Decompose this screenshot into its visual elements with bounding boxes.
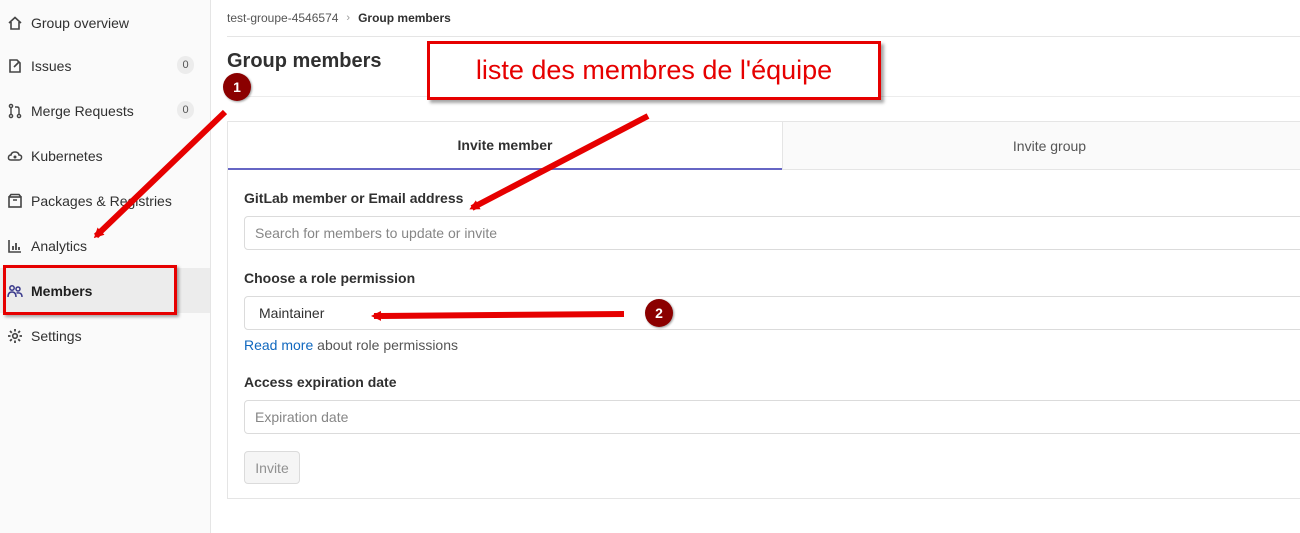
role-select[interactable]: Maintainer (244, 296, 1300, 330)
chart-icon (7, 238, 23, 254)
sidebar-item-merge-requests[interactable]: Merge Requests 0 (0, 88, 210, 133)
sidebar-item-kubernetes[interactable]: Kubernetes (0, 133, 210, 178)
role-select-value: Maintainer (259, 305, 325, 321)
sidebar-item-settings[interactable]: Settings (0, 313, 210, 358)
invite-tabs: Invite member Invite group (228, 122, 1300, 170)
issues-icon (7, 58, 23, 74)
invite-card: Invite member Invite group GitLab member… (227, 121, 1300, 499)
sidebar-item-group-overview[interactable]: Group overview (0, 0, 210, 45)
home-icon (7, 15, 23, 31)
sidebar-item-label: Analytics (31, 237, 88, 254)
role-help-suffix: about role permissions (313, 337, 459, 353)
member-field-label: GitLab member or Email address (244, 190, 464, 206)
breadcrumb-group-link[interactable]: test-groupe-4546574 (227, 11, 338, 25)
merge-request-icon (7, 103, 23, 119)
issues-count-badge: 0 (177, 56, 194, 74)
role-field-label: Choose a role permission (244, 270, 416, 286)
expiration-date-input[interactable] (244, 400, 1300, 434)
tab-invite-member[interactable]: Invite member (228, 122, 782, 170)
member-search-input[interactable] (244, 216, 1300, 250)
step-2-badge: 2 (645, 299, 673, 327)
sidebar-item-label: Group overview (31, 14, 130, 31)
sidebar-item-label: Settings (31, 327, 82, 344)
sidebar-item-label: Packages & Registries (31, 192, 172, 209)
read-more-link[interactable]: Read more (244, 337, 313, 353)
kubernetes-icon (7, 148, 23, 164)
sidebar-item-label: Kubernetes (31, 147, 103, 164)
gear-icon (7, 328, 23, 344)
step-1-badge: 1 (223, 73, 251, 101)
invite-button[interactable]: Invite (244, 451, 300, 484)
merge-requests-count-badge: 0 (177, 101, 194, 119)
breadcrumb-current[interactable]: Group members (358, 11, 451, 25)
sidebar-item-issues[interactable]: Issues 0 (0, 43, 210, 88)
page-title: Group members (227, 50, 382, 72)
breadcrumb: test-groupe-4546574 › Group members (227, 0, 1300, 37)
sidebar-item-packages-registries[interactable]: Packages & Registries (0, 178, 210, 223)
sidebar-item-analytics[interactable]: Analytics (0, 223, 210, 268)
sidebar-item-label: Issues (31, 57, 72, 74)
chevron-right-icon: › (346, 12, 351, 24)
annotation-callout: liste des membres de l'équipe (427, 41, 881, 100)
members-highlight-box (3, 265, 177, 315)
tab-invite-group[interactable]: Invite group (782, 122, 1300, 170)
expiration-field-label: Access expiration date (244, 374, 397, 390)
sidebar-item-label: Merge Requests (31, 102, 134, 119)
package-icon (7, 193, 23, 209)
role-help-text: Read more about role permissions (244, 337, 458, 353)
